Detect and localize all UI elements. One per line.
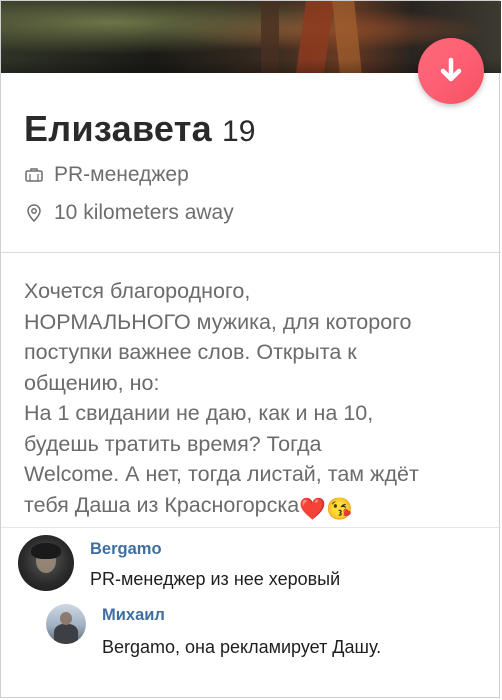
distance-row: 10 kilometers away	[24, 201, 234, 225]
comment-author[interactable]: Михаил	[102, 606, 381, 625]
job-row: PR-менеджер	[24, 163, 189, 187]
avatar[interactable]	[18, 535, 74, 591]
comment-text: PR-менеджер из нее херовый	[90, 569, 341, 589]
comment-reply: Михаил Bergamo, она рекламирует Дашу.	[46, 604, 381, 658]
collapse-profile-button[interactable]	[418, 38, 484, 104]
profile-age: 19	[222, 115, 256, 148]
profile-header: Елизавета 19	[24, 108, 255, 150]
distance-text: 10 kilometers away	[54, 201, 234, 224]
profile-name: Елизавета	[24, 108, 213, 149]
location-pin-icon	[27, 204, 41, 223]
briefcase-icon	[25, 168, 43, 182]
comment-author[interactable]: Bergamo	[90, 540, 340, 559]
divider	[1, 527, 501, 528]
bio-text: Хочется благородного, НОРМАЛЬНОГО мужика…	[24, 279, 419, 517]
profile-bio: Хочется благородного, НОРМАЛЬНОГО мужика…	[24, 276, 486, 524]
divider	[1, 252, 501, 253]
arrow-down-icon	[440, 57, 462, 82]
avatar[interactable]	[46, 604, 86, 644]
heart-kiss-emoji-icon: ❤️😘	[299, 496, 353, 521]
comment: Bergamo PR-менеджер из нее херовый	[18, 535, 340, 591]
job-title: PR-менеджер	[54, 163, 189, 186]
comment-text: Bergamo, она рекламирует Дашу.	[102, 637, 382, 657]
